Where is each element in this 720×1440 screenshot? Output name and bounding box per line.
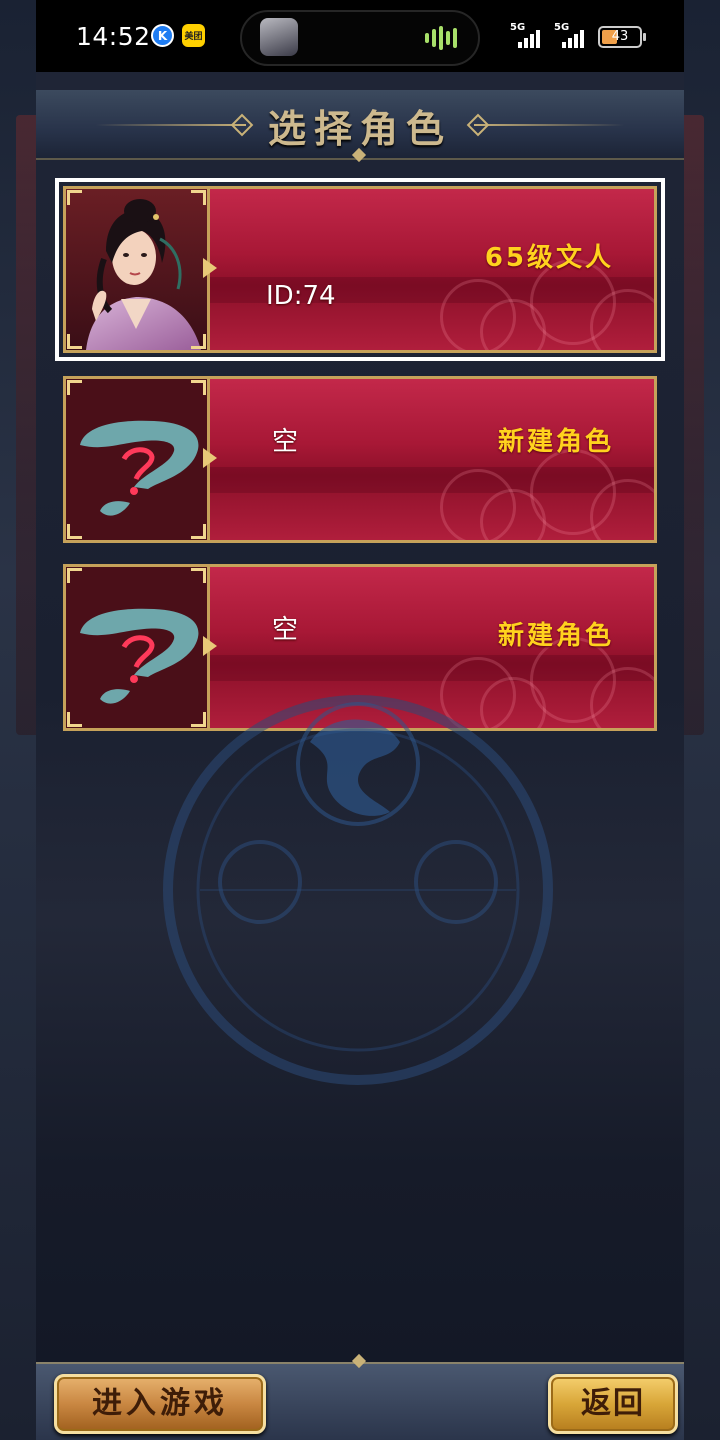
game-screen: 选择角色 ID:74 65级文人 空 新建角色 空 新建角色 进入游戏 返回: [36, 72, 684, 1440]
empty-slot-label: 空: [272, 427, 299, 457]
right-backdrop: [680, 0, 720, 1440]
create-character-link[interactable]: 新建角色: [498, 421, 614, 458]
left-backdrop: [0, 0, 40, 1440]
meituan-icon: 美团: [182, 24, 205, 47]
character-slot-1[interactable]: ID:74 65级文人: [55, 178, 665, 361]
cellular-signal-icon: 5G: [510, 22, 548, 48]
pendant-ornament-icon: [351, 1353, 367, 1369]
character-slot-2[interactable]: 空 新建角色: [63, 376, 657, 543]
battery-percent: 43: [611, 29, 629, 44]
create-character-link[interactable]: 新建角色: [498, 615, 614, 652]
back-button[interactable]: 返回: [548, 1374, 678, 1434]
status-bar: 14:52 K 美团 5G 5G 43: [36, 0, 684, 72]
character-level-class: 65级文人: [484, 243, 614, 273]
character-portrait-image: [66, 189, 207, 350]
k-app-icon: K: [151, 24, 174, 47]
character-id: ID:74: [266, 281, 336, 311]
game-app-icon: [260, 18, 298, 56]
audio-wave-icon: [425, 26, 460, 50]
empty-slot-label: 空: [272, 615, 299, 645]
bottom-bar: 进入游戏 返回: [36, 1353, 684, 1440]
empty-slot-panel: 空 新建角色: [210, 376, 657, 543]
status-time: 14:52: [76, 22, 151, 51]
character-portrait: [63, 186, 210, 353]
character-info-panel: ID:74 65级文人: [210, 186, 657, 353]
dragon-emblem-icon: [163, 695, 553, 1085]
page-title: 选择角色: [267, 106, 452, 151]
empty-portrait: [63, 376, 210, 543]
question-mark-icon: [80, 420, 199, 516]
title-banner: 选择角色: [36, 90, 684, 163]
cellular-signal-icon: 5G: [554, 22, 592, 48]
enter-game-button[interactable]: 进入游戏: [54, 1374, 266, 1434]
battery-icon: 43: [598, 26, 646, 48]
dynamic-island[interactable]: [240, 10, 480, 66]
